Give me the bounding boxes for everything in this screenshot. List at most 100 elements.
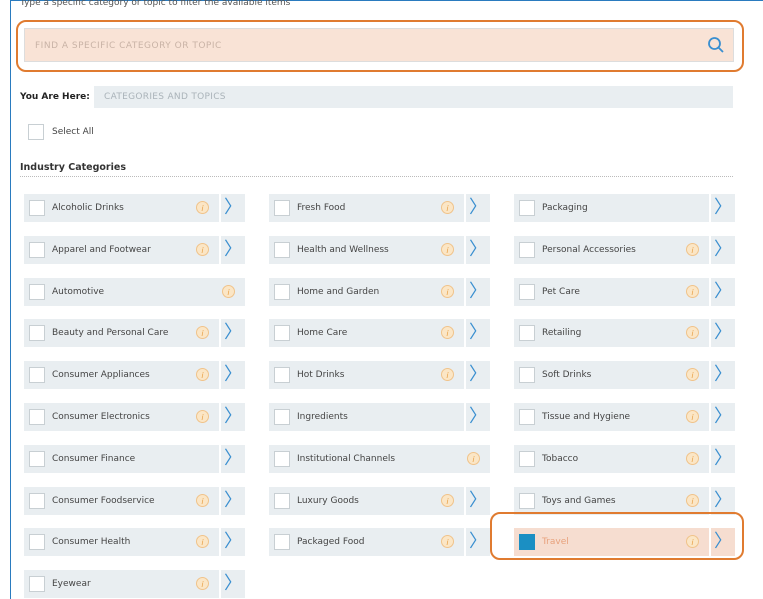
category-checkbox[interactable] xyxy=(519,451,535,467)
category-item[interactable]: Consumer Foodservice i 〉 xyxy=(24,487,245,515)
category-item[interactable]: Beauty and Personal Care i 〉 xyxy=(24,319,245,347)
chevron-right-icon[interactable]: 〉 xyxy=(219,236,245,264)
info-icon[interactable]: i xyxy=(196,577,209,590)
info-icon[interactable]: i xyxy=(441,535,454,548)
category-item[interactable]: Packaging 〉 xyxy=(514,194,735,222)
category-item[interactable]: Personal Accessories i 〉 xyxy=(514,236,735,264)
info-icon[interactable]: i xyxy=(441,494,454,507)
chevron-right-icon[interactable]: 〉 xyxy=(219,403,245,431)
info-icon[interactable]: i xyxy=(467,452,480,465)
category-checkbox[interactable] xyxy=(29,493,45,509)
info-icon[interactable]: i xyxy=(686,452,699,465)
category-item[interactable]: Soft Drinks i 〉 xyxy=(514,361,735,389)
category-checkbox[interactable] xyxy=(29,325,45,341)
info-icon[interactable]: i xyxy=(686,410,699,423)
chevron-right-icon[interactable]: 〉 xyxy=(709,361,735,389)
category-item[interactable]: Alcoholic Drinks i 〉 xyxy=(24,194,245,222)
category-checkbox[interactable] xyxy=(29,534,45,550)
info-icon[interactable]: i xyxy=(196,494,209,507)
info-icon[interactable]: i xyxy=(686,243,699,256)
search-icon[interactable] xyxy=(707,36,725,54)
info-icon[interactable]: i xyxy=(686,494,699,507)
chevron-right-icon[interactable]: 〉 xyxy=(464,361,490,389)
category-item[interactable]: Toys and Games i 〉 xyxy=(514,487,735,515)
chevron-right-icon[interactable]: 〉 xyxy=(464,487,490,515)
select-all[interactable]: Select All xyxy=(28,124,94,140)
category-item[interactable]: Home Care i 〉 xyxy=(269,319,490,347)
category-item[interactable]: Retailing i 〉 xyxy=(514,319,735,347)
category-checkbox[interactable] xyxy=(274,325,290,341)
chevron-right-icon[interactable]: 〉 xyxy=(464,319,490,347)
category-checkbox[interactable] xyxy=(519,409,535,425)
chevron-right-icon[interactable]: 〉 xyxy=(709,403,735,431)
info-icon[interactable]: i xyxy=(196,410,209,423)
category-item[interactable]: Apparel and Footwear i 〉 xyxy=(24,236,245,264)
category-checkbox[interactable] xyxy=(519,367,535,383)
category-item[interactable]: Health and Wellness i 〉 xyxy=(269,236,490,264)
chevron-right-icon[interactable]: 〉 xyxy=(709,487,735,515)
chevron-right-icon[interactable]: 〉 xyxy=(464,403,490,431)
category-item[interactable]: Institutional Channels i xyxy=(269,445,490,473)
chevron-right-icon[interactable]: 〉 xyxy=(709,236,735,264)
category-checkbox[interactable] xyxy=(519,200,535,216)
category-checkbox[interactable] xyxy=(29,284,45,300)
chevron-right-icon[interactable]: 〉 xyxy=(709,445,735,473)
select-all-checkbox[interactable] xyxy=(28,124,44,140)
chevron-right-icon[interactable]: 〉 xyxy=(464,194,490,222)
info-icon[interactable]: i xyxy=(196,535,209,548)
info-icon[interactable]: i xyxy=(441,201,454,214)
chevron-right-icon[interactable]: 〉 xyxy=(219,319,245,347)
info-icon[interactable]: i xyxy=(222,285,235,298)
breadcrumb-current[interactable]: CATEGORIES AND TOPICS xyxy=(104,86,226,108)
category-item[interactable]: Consumer Electronics i 〉 xyxy=(24,403,245,431)
category-checkbox[interactable] xyxy=(519,242,535,258)
chevron-right-icon[interactable]: 〉 xyxy=(219,361,245,389)
chevron-right-icon[interactable]: 〉 xyxy=(464,236,490,264)
chevron-right-icon[interactable]: 〉 xyxy=(709,278,735,306)
info-icon[interactable]: i xyxy=(686,368,699,381)
chevron-right-icon[interactable]: 〉 xyxy=(219,194,245,222)
chevron-right-icon[interactable]: 〉 xyxy=(464,278,490,306)
category-item[interactable]: Tissue and Hygiene i 〉 xyxy=(514,403,735,431)
chevron-right-icon[interactable]: 〉 xyxy=(219,570,245,598)
info-icon[interactable]: i xyxy=(196,201,209,214)
info-icon[interactable]: i xyxy=(441,368,454,381)
search-box[interactable] xyxy=(24,28,734,63)
category-checkbox[interactable] xyxy=(29,242,45,258)
category-item[interactable]: Consumer Appliances i 〉 xyxy=(24,361,245,389)
category-checkbox[interactable] xyxy=(29,200,45,216)
chevron-right-icon[interactable]: 〉 xyxy=(464,528,490,556)
category-item[interactable]: Fresh Food i 〉 xyxy=(269,194,490,222)
category-checkbox[interactable] xyxy=(274,242,290,258)
info-icon[interactable]: i xyxy=(686,326,699,339)
category-checkbox[interactable] xyxy=(519,284,535,300)
category-checkbox[interactable] xyxy=(274,284,290,300)
chevron-right-icon[interactable]: 〉 xyxy=(709,319,735,347)
category-item[interactable]: Home and Garden i 〉 xyxy=(269,278,490,306)
category-checkbox[interactable] xyxy=(29,367,45,383)
category-item[interactable]: Eyewear i 〉 xyxy=(24,570,245,598)
info-icon[interactable]: i xyxy=(686,285,699,298)
category-item[interactable]: Consumer Finance 〉 xyxy=(24,445,245,473)
category-checkbox[interactable] xyxy=(274,534,290,550)
chevron-right-icon[interactable]: 〉 xyxy=(219,487,245,515)
category-checkbox[interactable] xyxy=(29,451,45,467)
category-item[interactable]: Pet Care i 〉 xyxy=(514,278,735,306)
category-item[interactable]: Consumer Health i 〉 xyxy=(24,528,245,556)
chevron-right-icon[interactable]: 〉 xyxy=(709,194,735,222)
category-checkbox[interactable] xyxy=(274,200,290,216)
category-checkbox[interactable] xyxy=(29,409,45,425)
category-item[interactable]: Luxury Goods i 〉 xyxy=(269,487,490,515)
category-checkbox[interactable] xyxy=(274,451,290,467)
category-checkbox[interactable] xyxy=(29,576,45,592)
info-icon[interactable]: i xyxy=(196,243,209,256)
info-icon[interactable]: i xyxy=(196,368,209,381)
info-icon[interactable]: i xyxy=(441,285,454,298)
search-input[interactable] xyxy=(25,29,687,63)
category-item[interactable]: Packaged Food i 〉 xyxy=(269,528,490,556)
category-checkbox[interactable] xyxy=(274,493,290,509)
category-item[interactable]: Tobacco i 〉 xyxy=(514,445,735,473)
category-checkbox[interactable] xyxy=(274,367,290,383)
chevron-right-icon[interactable]: 〉 xyxy=(219,528,245,556)
chevron-right-icon[interactable]: 〉 xyxy=(219,445,245,473)
